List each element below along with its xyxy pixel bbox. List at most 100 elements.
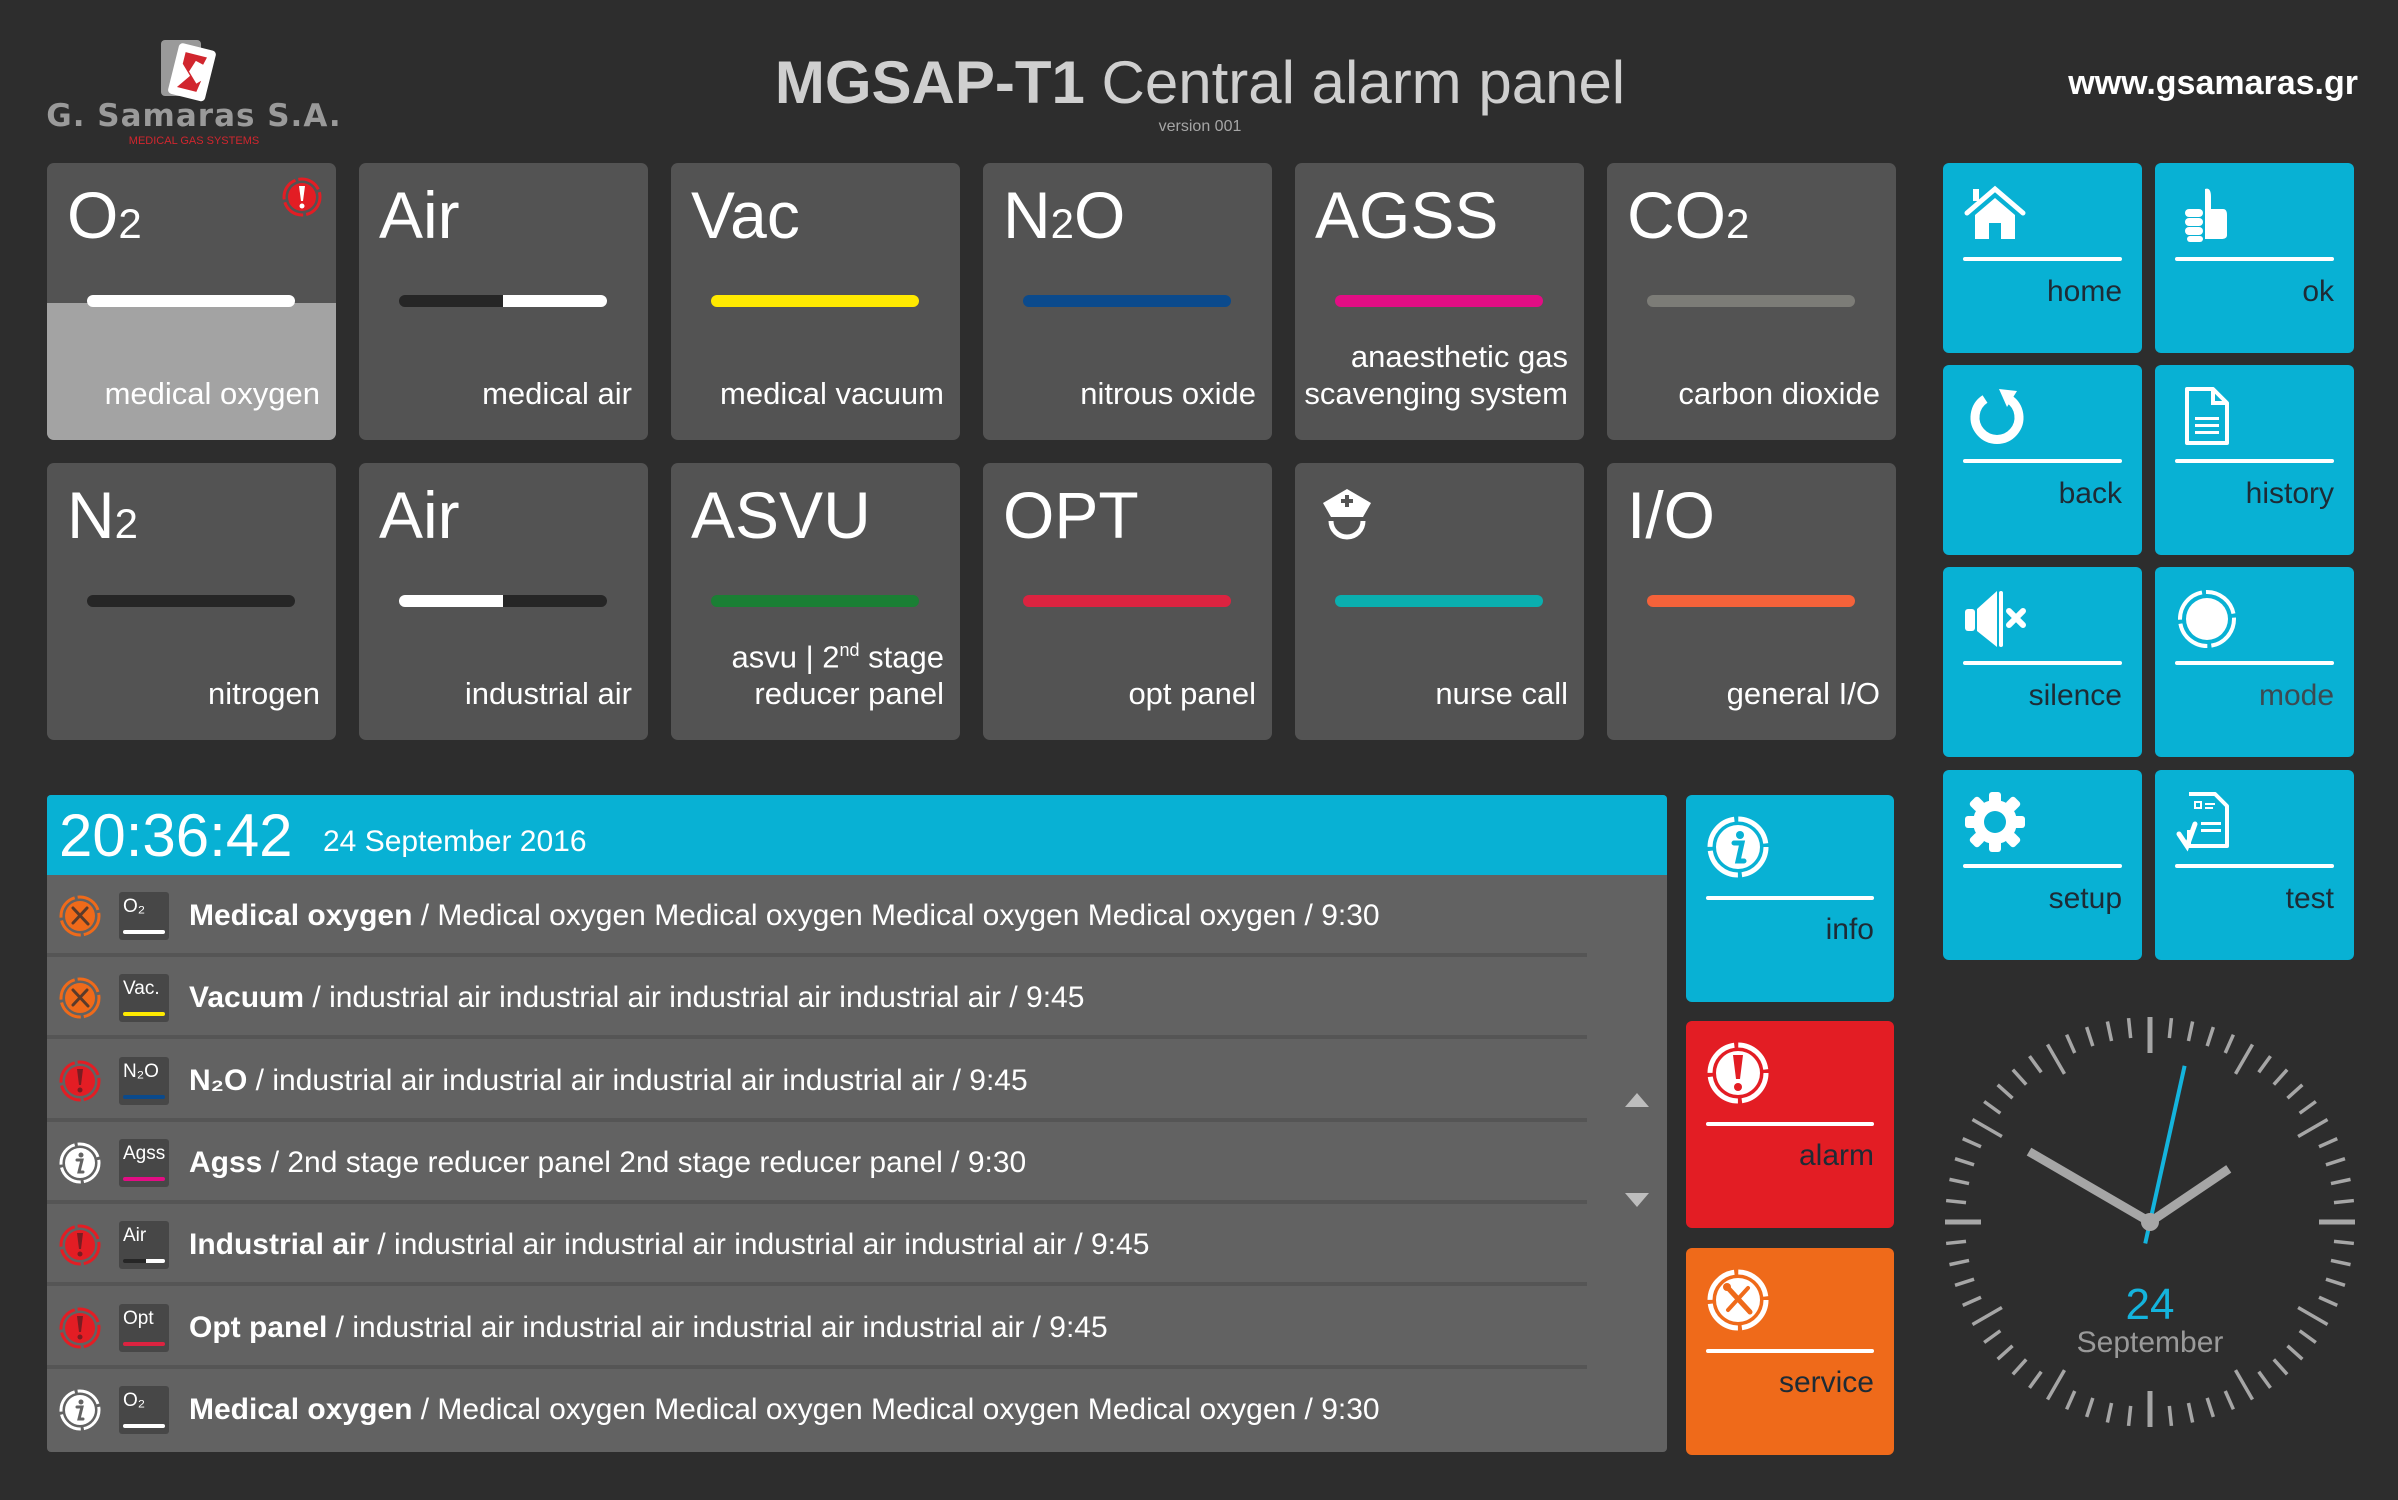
log-row[interactable]: Air Industrial air / industrial air indus… bbox=[47, 1204, 1587, 1287]
tile-code-suffix: O bbox=[1074, 178, 1126, 252]
tile-code-main: N bbox=[1003, 178, 1051, 252]
gas-tile[interactable]: ASVU asvu | 2nd stage reducer panel bbox=[671, 463, 960, 740]
gas-tile[interactable]: CO2 carbon dioxide bbox=[1607, 163, 1896, 440]
clock-tick bbox=[1962, 1295, 1982, 1307]
home-button[interactable]: home bbox=[1943, 163, 2142, 353]
scroll-down-icon[interactable] bbox=[1622, 1189, 1652, 1213]
gas-tile[interactable]: nurse call bbox=[1295, 463, 1584, 740]
gas-color-segment bbox=[711, 295, 919, 307]
service-filter-button[interactable]: service bbox=[1686, 1248, 1894, 1455]
gas-chip: O₂ bbox=[119, 892, 169, 940]
gas-chip: N₂O bbox=[119, 1056, 169, 1105]
tile-code-main: Air bbox=[379, 478, 460, 552]
log-row[interactable]: Vac. Vacuum / industrial air industrial a… bbox=[47, 957, 1587, 1040]
tile-description: industrial air bbox=[465, 675, 632, 712]
tile-description: carbon dioxide bbox=[1678, 375, 1880, 412]
log-row[interactable]: O₂ Medical oxygen / Medical oxygen Medica… bbox=[47, 875, 1587, 957]
clock-tick bbox=[2333, 1198, 2355, 1205]
alarm-filter-button[interactable]: alarm bbox=[1686, 1021, 1894, 1228]
log-row[interactable]: Agss Agss / 2nd stage reducer panel 2nd s… bbox=[47, 1122, 1587, 1204]
log-message: Medical oxygen / Medical oxygen Medical … bbox=[189, 1393, 1380, 1427]
log-row[interactable]: N₂O N₂O / industrial air industrial air i… bbox=[47, 1040, 1587, 1122]
gas-color-bar bbox=[399, 595, 607, 607]
button-label: mode bbox=[2258, 679, 2334, 712]
gas-color-segment bbox=[1023, 595, 1231, 607]
tile-code: Vac bbox=[691, 177, 800, 253]
service-icon bbox=[1706, 1268, 1770, 1332]
website-link[interactable]: www.gsamaras.gr bbox=[2000, 64, 2358, 103]
gas-tile[interactable]: O2 medical oxygen bbox=[47, 163, 336, 440]
button-label: silence bbox=[2028, 679, 2122, 712]
tile-code: N2 bbox=[67, 477, 138, 553]
gas-color-segment bbox=[711, 595, 919, 607]
info-filter-button[interactable]: info bbox=[1686, 795, 1894, 1002]
log-detail: / industrial air industrial air industri… bbox=[247, 1063, 1028, 1097]
analog-clock: 24 September bbox=[1945, 1017, 2355, 1427]
gas-chip-color-bar bbox=[123, 1176, 165, 1181]
clock-tick bbox=[1945, 1239, 1967, 1246]
gas-tile[interactable]: Air medical air bbox=[359, 163, 648, 440]
back-button[interactable]: back bbox=[1943, 365, 2142, 555]
tile-description-line: scavenging system bbox=[1304, 376, 1568, 411]
gas-tile[interactable]: N2 nitrogen bbox=[47, 463, 336, 740]
alarm-status-icon bbox=[59, 1224, 101, 1266]
clock-tick bbox=[2045, 1043, 2067, 1075]
tile-description: general I/O bbox=[1727, 675, 1880, 712]
clock-tick bbox=[2298, 1100, 2317, 1115]
alarm-status-icon bbox=[59, 1307, 101, 1349]
gas-tile[interactable]: OPT opt panel bbox=[983, 463, 1272, 740]
clock-tick bbox=[2297, 1305, 2329, 1327]
log-detail: / industrial air industrial air industri… bbox=[369, 1228, 1150, 1262]
gas-chip-label: Air bbox=[123, 1225, 147, 1247]
log-source: Opt panel bbox=[189, 1310, 328, 1344]
tile-description: nitrous oxide bbox=[1080, 375, 1256, 412]
clock-tick bbox=[2330, 1177, 2351, 1186]
setup-button[interactable]: setup bbox=[1943, 770, 2142, 960]
gas-color-segment bbox=[1647, 595, 1855, 607]
tile-description: nitrogen bbox=[208, 675, 320, 712]
alert-badge-icon bbox=[282, 177, 322, 217]
gas-chip-color-bar bbox=[123, 1341, 165, 1346]
document-icon bbox=[2175, 385, 2239, 449]
tile-description: medical vacuum bbox=[720, 375, 944, 412]
gas-chip-label: Agss bbox=[123, 1142, 166, 1164]
silence-button[interactable]: silence bbox=[1943, 567, 2142, 757]
clock-tick bbox=[2167, 1017, 2174, 1039]
clock-tick bbox=[2223, 1034, 2235, 1054]
gas-tile[interactable]: I/O general I/O bbox=[1607, 463, 1896, 740]
button-label: ok bbox=[2302, 275, 2334, 308]
clock-tick bbox=[2233, 1369, 2255, 1401]
gas-tile[interactable]: Vac medical vacuum bbox=[671, 163, 960, 440]
tile-description: nurse call bbox=[1435, 675, 1568, 712]
gas-chip-label: O₂ bbox=[123, 1389, 146, 1411]
tile-code: CO2 bbox=[1627, 177, 1749, 253]
test-button[interactable]: test bbox=[2155, 770, 2354, 960]
log-message: Agss / 2nd stage reducer panel 2nd stage… bbox=[189, 1146, 1026, 1180]
tile-code: ASVU bbox=[691, 477, 871, 553]
gas-tile[interactable]: AGSS anaesthetic gas scavenging system bbox=[1295, 163, 1584, 440]
tile-code-subscript: 2 bbox=[1050, 200, 1075, 247]
tile-code: OPT bbox=[1003, 477, 1139, 553]
log-header: 20:36:42 24 September 2016 bbox=[47, 795, 1667, 875]
mode-button[interactable]: mode bbox=[2155, 567, 2354, 757]
current-date: 24 September 2016 bbox=[323, 825, 587, 858]
scroll-up-icon[interactable] bbox=[1622, 1089, 1652, 1113]
ok-button[interactable]: ok bbox=[2155, 163, 2354, 353]
clock-tick bbox=[2272, 1068, 2289, 1086]
history-button[interactable]: history bbox=[2155, 365, 2354, 555]
log-message: N₂O / industrial air industrial air indu… bbox=[189, 1064, 1028, 1098]
tile-code-subscript: 2 bbox=[118, 200, 142, 247]
clock-tick bbox=[2318, 1295, 2338, 1307]
tile-description-line: anaesthetic gas bbox=[1350, 339, 1568, 374]
button-label: test bbox=[2285, 882, 2334, 915]
log-row[interactable]: O₂ Medical oxygen / Medical oxygen Medica… bbox=[47, 1369, 1587, 1451]
tile-selected-highlight bbox=[47, 303, 336, 440]
gas-tile[interactable]: N2O nitrous oxide bbox=[983, 163, 1272, 440]
clock-tick bbox=[2126, 1017, 2133, 1039]
log-message: Industrial air / industrial air industri… bbox=[189, 1228, 1149, 1262]
clock-tick bbox=[2028, 1370, 2043, 1389]
log-detail: / industrial air industrial air industri… bbox=[327, 1310, 1108, 1344]
tile-description-line: medical air bbox=[482, 376, 632, 411]
gas-tile[interactable]: Air industrial air bbox=[359, 463, 648, 740]
log-row[interactable]: Opt Opt panel / industrial air industrial… bbox=[47, 1287, 1587, 1369]
